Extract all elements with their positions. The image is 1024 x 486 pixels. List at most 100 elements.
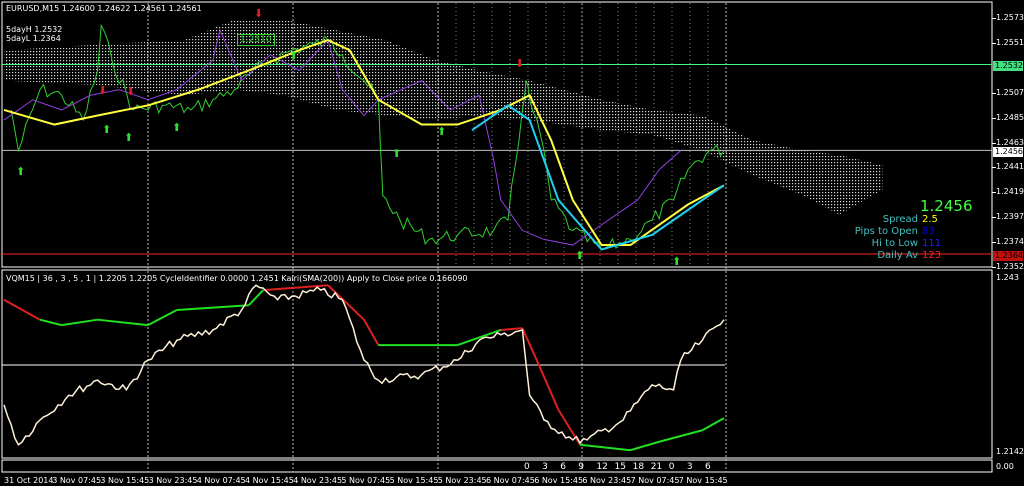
price-axis-tick: [992, 93, 996, 94]
buy-arrow-icon: ⬆: [437, 125, 447, 138]
hour-label: 15: [614, 462, 626, 472]
buy-arrow-icon: ⬆: [172, 121, 182, 134]
hour-label: 9: [578, 462, 585, 472]
price-axis-tick: [992, 18, 996, 19]
signal-segment: [147, 309, 178, 327]
hour-label: 6: [560, 462, 566, 472]
price-axis-tick: [992, 117, 996, 119]
price-axis-label: 1.24850: [996, 112, 1024, 122]
time-axis-label: 3 Nov 23:45: [148, 476, 198, 485]
current-price: 1.2456: [920, 197, 973, 215]
buy-arrow-icon: ⬆: [575, 249, 585, 262]
signal-segment: [535, 359, 560, 411]
five-day-low-price-box: 1.23640: [993, 251, 1024, 261]
time-axis-label: 3 Nov 07:45: [52, 476, 102, 485]
time-axis-label: 3 Nov 15:45: [100, 476, 150, 485]
time-axis-label: 6 Nov 07:45: [486, 476, 535, 485]
signal-segment: [363, 319, 380, 346]
hour-label: 3: [686, 462, 693, 472]
time-axis-label: 5 Nov 07:45: [341, 476, 391, 485]
indicator-header: VQM15 | 36 , 3 , 5 , 1 | 1.2205 1.2205 C…: [6, 274, 468, 283]
pips-to-open-value: 83: [922, 226, 935, 237]
signal-segment: [97, 318, 149, 327]
time-axis-label: 7 Nov 07:45: [630, 476, 680, 485]
price-axis-tick: [992, 142, 996, 144]
buy-arrow-icon: ⬆: [672, 255, 682, 268]
signal-segment: [457, 329, 502, 347]
hi-to-low-label: Hi to Low: [871, 238, 918, 249]
hour-label: 12: [596, 462, 608, 472]
time-axis-label: 4 Nov 15:45: [245, 476, 294, 485]
time-axis-label: 5 Nov 23:45: [437, 476, 487, 485]
signal-segment: [61, 318, 98, 327]
price-axis-tick: [992, 242, 996, 244]
signal-segment: [500, 327, 523, 331]
time-axis-label: 4 Nov 23:45: [293, 476, 343, 485]
hour-label: 6: [705, 462, 711, 472]
buy-arrow-icon: ⬆: [102, 123, 112, 136]
signal-segment: [3, 298, 41, 321]
hour-label: 3: [542, 462, 548, 472]
level-label: 1.2510: [237, 34, 275, 46]
time-axis-label: 31 Oct 2014: [4, 476, 54, 485]
main-pane-border: [1, 1, 993, 268]
hour-label: 21: [650, 462, 663, 472]
time-axis-label: 6 Nov 23:45: [582, 476, 632, 485]
symbol-header: EURUSD,M15 1.24600 1.24622 1.24561 1.245…: [6, 4, 202, 13]
price-axis-label: 1.23525: [996, 262, 1024, 271]
signal-segment: [630, 440, 660, 452]
sell-arrow-icon: ⬇: [126, 85, 136, 98]
hour-strip-border: [1, 459, 993, 473]
time-axis-label: 4 Nov 07:45: [196, 476, 246, 485]
sell-arrow-icon: ⬇: [98, 84, 108, 97]
time-axis-label: 7 Nov 15:45: [678, 476, 728, 485]
time-axis-label: 6 Nov 15:45: [534, 476, 584, 485]
hi-to-low-value: 111: [922, 238, 942, 249]
sell-arrow-icon: ⬇: [515, 57, 525, 70]
hour-label: 0: [524, 462, 530, 472]
price-axis-tick: [992, 167, 996, 169]
indicator-pane-border: [1, 269, 993, 459]
signal-segment: [176, 304, 249, 312]
signal-segment: [327, 284, 365, 321]
signal-segment: [701, 417, 725, 432]
signal-segment: [579, 443, 631, 452]
price-axis-label: 1.24410: [996, 162, 1024, 172]
signal-segment: [658, 429, 703, 443]
signal-segment: [557, 409, 581, 446]
buy-arrow-icon: ⬆: [124, 131, 134, 144]
daily-average-label: Daily Av: [877, 250, 918, 261]
indicator-axis-bottom: 1.2142: [996, 447, 1024, 456]
price-axis-label: 1.25070: [996, 88, 1024, 97]
price-axis-tick: [992, 192, 996, 194]
hour-label: 18: [632, 462, 645, 472]
price-axis-tick: [992, 267, 996, 268]
price-axis-label: 1.23745: [996, 237, 1024, 247]
buy-arrow-icon: ⬆: [289, 49, 299, 62]
bid-price-box: 1.24561: [993, 147, 1024, 157]
price-axis-tick: [992, 42, 996, 44]
ichimoku-cloud: [4, 19, 883, 215]
pips-to-open-label: Pips to Open: [854, 226, 918, 237]
price-axis-label: 1.24190: [996, 187, 1024, 197]
price-axis-label: 1.25515: [996, 37, 1024, 47]
signal-segment: [39, 318, 62, 327]
indicator-axis-top: 1.243: [996, 273, 1019, 282]
price-axis-label: 1.25736: [996, 13, 1024, 22]
hour-label: 0: [668, 462, 675, 472]
hour-strip-axis: 0.00: [996, 462, 1014, 471]
spread-label: Spread: [882, 214, 918, 225]
time-axis-label: 5 Nov 15:45: [389, 476, 439, 485]
spread-value: 2.5: [922, 214, 938, 225]
five-day-high-price-box: 1.25323: [993, 61, 1024, 71]
daily-average-value: 123: [922, 250, 942, 261]
buy-arrow-icon: ⬆: [16, 165, 26, 178]
chart-canvas[interactable]: [0, 0, 1024, 486]
cloud-area: [4, 19, 883, 215]
five-day-low-label: 5dayL 1.2364: [6, 34, 61, 43]
sell-arrow-icon: ⬇: [254, 7, 264, 20]
price-axis-tick: [992, 216, 996, 218]
buy-arrow-icon: ⬆: [392, 147, 402, 160]
indicator-series: [2, 284, 725, 452]
price-axis-label: 1.23970: [996, 211, 1024, 221]
